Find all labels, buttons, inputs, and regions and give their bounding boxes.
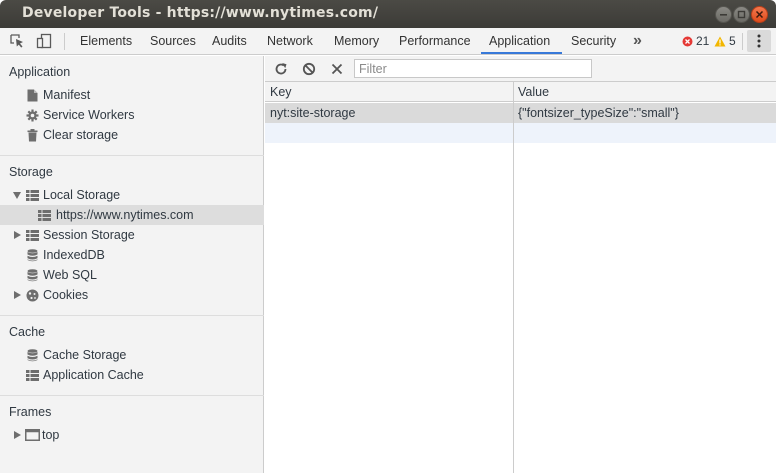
tab-network[interactable]: Network	[267, 28, 313, 54]
database-icon	[25, 248, 39, 262]
sidebar-item-label: Cache Storage	[43, 348, 127, 362]
storage-view: Key Value nyt:site-storage {"fontsizer_t…	[265, 56, 776, 473]
device-toolbar-button[interactable]	[35, 32, 53, 50]
close-icon	[755, 10, 764, 19]
sidebar-item-label: IndexedDB	[43, 248, 105, 262]
inspect-icon	[10, 34, 23, 48]
sidebar-item-label: https://www.nytimes.com	[56, 208, 194, 222]
grid-icon	[37, 208, 51, 222]
warning-count: 5	[729, 34, 736, 48]
filter-input[interactable]	[354, 59, 592, 78]
grid-icon	[25, 368, 39, 382]
gear-icon	[25, 108, 39, 122]
expand-arrow-icon[interactable]	[13, 192, 21, 199]
tab-application[interactable]: Application	[489, 28, 550, 54]
error-counter[interactable]: 21	[682, 28, 709, 54]
sidebar-item-nytimes-origin[interactable]: https://www.nytimes.com	[0, 205, 264, 225]
section-title-cache: Cache	[9, 325, 46, 339]
sidebar-item-label: Local Storage	[43, 188, 121, 202]
more-tabs-button[interactable]: »	[633, 28, 642, 54]
database-icon	[25, 348, 39, 362]
refresh-icon	[275, 63, 287, 75]
grid-header: Key Value	[265, 82, 776, 102]
clear-all-button[interactable]	[300, 60, 318, 78]
collapse-arrow-icon[interactable]	[14, 291, 21, 299]
minimize-icon	[720, 14, 727, 16]
toolbar-divider	[742, 33, 743, 50]
minimize-button[interactable]	[715, 6, 732, 23]
sidebar-item-label: top	[42, 428, 60, 442]
empty-new-row[interactable]	[265, 123, 776, 143]
sidebar-item-label: Manifest	[43, 88, 91, 102]
inspect-element-button[interactable]	[8, 32, 26, 50]
sidebar-item-web-sql[interactable]: Web SQL	[0, 265, 264, 285]
sidebar-item-local-storage[interactable]: Local Storage	[0, 185, 264, 205]
frame-icon	[24, 428, 40, 442]
section-divider	[0, 315, 264, 316]
close-button[interactable]	[751, 6, 768, 23]
collapse-arrow-icon[interactable]	[14, 431, 21, 439]
cookie-icon	[25, 288, 39, 302]
tab-security[interactable]: Security	[571, 28, 616, 54]
collapse-arrow-icon[interactable]	[14, 231, 21, 239]
sidebar-item-cache-storage[interactable]: Cache Storage	[0, 345, 264, 365]
delete-selected-button[interactable]	[328, 60, 346, 78]
sidebar-item-label: Service Workers	[43, 108, 135, 122]
close-icon	[331, 63, 343, 75]
tab-performance[interactable]: Performance	[399, 28, 471, 54]
sidebar-item-application-cache[interactable]: Application Cache	[0, 365, 264, 385]
column-header-value[interactable]: Value	[518, 82, 549, 102]
column-divider[interactable]	[513, 82, 514, 473]
sidebar-item-manifest[interactable]: Manifest	[0, 85, 264, 105]
sidebar-item-indexeddb[interactable]: IndexedDB	[0, 245, 264, 265]
section-divider	[0, 155, 264, 156]
storage-toolbar	[265, 56, 776, 82]
section-divider	[0, 395, 264, 396]
tab-elements[interactable]: Elements	[80, 28, 132, 54]
tab-sources[interactable]: Sources	[150, 28, 196, 54]
tab-memory[interactable]: Memory	[334, 28, 379, 54]
maximize-button[interactable]	[733, 6, 750, 23]
sidebar-item-cookies[interactable]: Cookies	[0, 285, 264, 305]
customize-menu-button[interactable]	[747, 30, 771, 52]
error-icon	[682, 36, 693, 46]
trash-icon	[25, 128, 39, 142]
table-row[interactable]: nyt:site-storage {"fontsizer_typeSize":"…	[265, 103, 776, 123]
sidebar-item-clear-storage[interactable]: Clear storage	[0, 125, 264, 145]
devtools-toolbar: Elements Sources Audits Network Memory P…	[0, 28, 776, 55]
column-header-key[interactable]: Key	[270, 82, 292, 102]
device-mode-icon	[36, 33, 52, 49]
sidebar-item-label: Session Storage	[43, 228, 135, 242]
sidebar-item-service-workers[interactable]: Service Workers	[0, 105, 264, 125]
grid-icon	[25, 188, 39, 202]
grid-icon	[25, 228, 39, 242]
section-title-storage: Storage	[9, 165, 53, 179]
error-count: 21	[696, 34, 710, 48]
tab-audits[interactable]: Audits	[212, 28, 247, 54]
refresh-button[interactable]	[272, 60, 290, 78]
sidebar-item-label: Clear storage	[43, 128, 119, 142]
cell-key[interactable]: nyt:site-storage	[270, 103, 510, 123]
sidebar-item-label: Application Cache	[43, 368, 144, 382]
toolbar-divider	[64, 33, 65, 50]
kebab-menu-icon	[757, 34, 761, 48]
maximize-icon	[737, 10, 746, 19]
sidebar-item-session-storage[interactable]: Session Storage	[0, 225, 264, 245]
database-icon	[25, 268, 39, 282]
active-tab-indicator	[481, 52, 562, 54]
window-titlebar: Developer Tools - https://www.nytimes.co…	[0, 0, 776, 28]
warning-counter[interactable]: 5	[714, 28, 736, 54]
cell-value[interactable]: {"fontsizer_typeSize":"small"}	[518, 103, 773, 123]
sidebar-item-label: Web SQL	[43, 268, 97, 282]
warning-icon	[714, 36, 726, 46]
sidebar-item-label: Cookies	[43, 288, 89, 302]
section-title-application: Application	[9, 65, 71, 79]
document-icon	[25, 88, 39, 102]
sidebar-item-frame-top[interactable]: top	[0, 425, 264, 445]
section-title-frames: Frames	[9, 405, 52, 419]
block-icon	[302, 62, 316, 76]
window-title: Developer Tools - https://www.nytimes.co…	[22, 5, 379, 21]
